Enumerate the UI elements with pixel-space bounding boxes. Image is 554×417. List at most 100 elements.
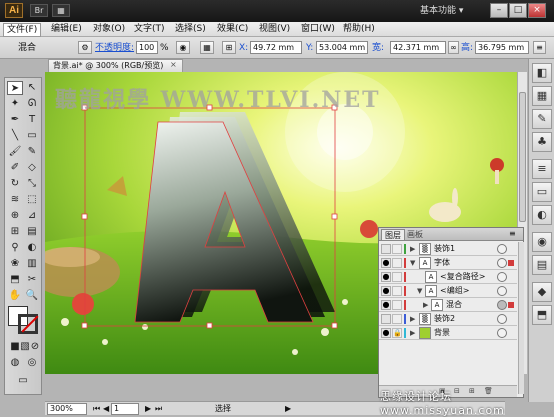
minimize-button[interactable]: – [490, 3, 508, 18]
blob-brush-tool-icon[interactable]: ✐ [7, 161, 23, 175]
target-circle-icon[interactable] [497, 272, 507, 282]
tab-layers[interactable]: 图层 [381, 229, 405, 240]
layer-name[interactable]: 装饰2 [434, 313, 455, 325]
lock-toggle-icon[interactable] [392, 272, 402, 282]
height-field[interactable]: 36.795 mm [475, 41, 529, 54]
layer-row[interactable]: ● 🔒 ▶ 背景 [379, 326, 517, 340]
layer-name[interactable]: 背景 [434, 327, 450, 339]
target-circle-icon[interactable] [497, 300, 507, 310]
artboard-number-field[interactable]: 1 [111, 403, 139, 415]
warp-tool-icon[interactable]: ≋ [7, 193, 23, 207]
layer-row[interactable]: ▶ ▒ 装饰1 [379, 242, 517, 256]
layer-name[interactable]: <编组> [440, 285, 469, 297]
screen-mode-icon[interactable]: ▭ [15, 374, 31, 388]
panel-menu-icon[interactable]: ≡ [509, 229, 516, 238]
layer-name[interactable]: 装饰1 [434, 243, 455, 255]
zoom-tool-icon[interactable]: 🔍 [24, 289, 40, 303]
rotate-tool-icon[interactable]: ↻ [7, 177, 23, 191]
column-graph-tool-icon[interactable]: ▥ [24, 257, 40, 271]
layer-name[interactable]: 混合 [446, 299, 462, 311]
x-field[interactable]: 49.72 mm [250, 41, 302, 54]
expand-triangle-icon[interactable]: ▶ [423, 300, 428, 310]
symbol-sprayer-tool-icon[interactable]: ❀ [7, 257, 23, 271]
type-tool-icon[interactable]: T [24, 113, 40, 127]
swatches-panel-icon[interactable]: ▦ [532, 86, 552, 106]
opacity-label[interactable]: 不透明度: [95, 42, 134, 54]
menu-view[interactable]: 视图(V) [256, 23, 293, 35]
visibility-toggle-icon[interactable]: ● [381, 328, 391, 338]
stroke-panel-icon[interactable]: ≡ [532, 159, 552, 179]
workspace-switcher[interactable]: 基本功能 ▾ [420, 4, 463, 18]
blend-tool-icon[interactable]: ◐ [24, 241, 40, 255]
eraser-tool-icon[interactable]: ◇ [24, 161, 40, 175]
layer-name[interactable]: <复合路径> [440, 271, 485, 283]
lock-toggle-icon[interactable] [392, 244, 402, 254]
menu-object[interactable]: 对象(O) [90, 23, 128, 35]
layer-row[interactable]: ● ▼ A 字体 [379, 256, 517, 270]
bridge-button[interactable]: Br [30, 4, 48, 17]
visibility-toggle-icon[interactable] [381, 314, 391, 324]
current-tool-status[interactable]: 选择 [215, 403, 231, 415]
prev-artboard-icon[interactable]: ◀ [103, 404, 109, 413]
line-tool-icon[interactable]: ╲ [7, 129, 23, 143]
next-artboard-icon[interactable]: ▶ [145, 404, 151, 413]
expand-triangle-icon[interactable]: ▼ [417, 286, 422, 296]
link-proportions-icon[interactable]: ∞ [448, 41, 459, 54]
document-tab[interactable]: 背景.ai* @ 300% (RGB/预览) [48, 59, 183, 72]
menu-help[interactable]: 帮助(H) [340, 23, 378, 35]
y-field[interactable]: 53.004 mm [316, 41, 368, 54]
layers-panel-icon[interactable]: ◆ [532, 282, 552, 302]
drawing-mode-icon[interactable]: ◍ [7, 356, 23, 370]
lock-toggle-icon[interactable] [392, 258, 402, 268]
lock-toggle-icon[interactable] [392, 286, 402, 296]
hand-tool-icon[interactable]: ✋ [7, 289, 23, 303]
target-circle-icon[interactable] [497, 286, 507, 296]
gradient-tool-icon[interactable]: ▤ [24, 225, 40, 239]
expand-triangle-icon[interactable]: ▶ [410, 244, 415, 254]
target-circle-icon[interactable] [497, 244, 507, 254]
menu-file[interactable]: 文件(F) [3, 23, 42, 37]
artboard-tool-icon[interactable]: ⬒ [7, 273, 23, 287]
lock-icon[interactable]: 🔒 [392, 328, 402, 338]
lasso-tool-icon[interactable]: ᘏ [24, 97, 40, 111]
layer-row[interactable]: ▶ ▒ 装饰2 [379, 312, 517, 326]
last-artboard-icon[interactable]: ⏭ [155, 404, 162, 414]
free-transform-tool-icon[interactable]: ⬚ [24, 193, 40, 207]
zoom-field[interactable]: 300% [47, 403, 87, 415]
menu-effect[interactable]: 效果(C) [214, 23, 251, 35]
graphic-styles-panel-icon[interactable]: ▤ [532, 255, 552, 275]
none-mode-icon[interactable]: ⊘ [27, 340, 43, 354]
transparency-panel-icon[interactable]: ◐ [532, 205, 552, 225]
recolor-artwork-icon[interactable]: ◉ [176, 41, 190, 54]
vertical-scroll-thumb[interactable] [519, 92, 526, 222]
eyedropper-tool-icon[interactable]: ⚲ [7, 241, 23, 255]
selection-tool-icon[interactable]: ➤ [7, 81, 23, 95]
color-panel-icon[interactable]: ◧ [532, 63, 552, 83]
width-field[interactable]: 42.371 mm [390, 41, 446, 54]
symbols-panel-icon[interactable]: ♣ [532, 132, 552, 152]
stroke-swatch[interactable] [18, 314, 39, 334]
shape-builder-tool-icon[interactable]: ⊕ [7, 209, 23, 223]
brushes-panel-icon[interactable]: ✎ [532, 109, 552, 129]
expand-triangle-icon[interactable]: ▶ [410, 314, 415, 324]
menu-window[interactable]: 窗口(W) [298, 23, 338, 35]
menu-select[interactable]: 选择(S) [172, 23, 209, 35]
lock-toggle-icon[interactable] [392, 314, 402, 324]
artboards-panel-icon[interactable]: ⬒ [532, 305, 552, 325]
align-options-icon[interactable]: ▦ [200, 41, 214, 54]
tab-artboards[interactable]: 画板 [404, 229, 426, 240]
transform-options-icon[interactable]: ≡ [533, 41, 546, 54]
visibility-toggle-icon[interactable]: ● [381, 272, 391, 282]
stroke-settings-icon[interactable]: ⚙ [78, 41, 92, 54]
mesh-tool-icon[interactable]: ⊞ [7, 225, 23, 239]
visibility-toggle-icon[interactable]: ● [381, 258, 391, 268]
appearance-panel-icon[interactable]: ◉ [532, 232, 552, 252]
magic-wand-tool-icon[interactable]: ✦ [7, 97, 23, 111]
close-button[interactable]: × [528, 3, 546, 18]
layer-name[interactable]: 字体 [434, 257, 450, 269]
status-menu-arrow-icon[interactable]: ▶ [285, 404, 291, 413]
expand-triangle-icon[interactable]: ▼ [410, 258, 415, 268]
rectangle-tool-icon[interactable]: ▭ [24, 129, 40, 143]
layers-scrollbar[interactable] [518, 242, 524, 394]
visibility-toggle-icon[interactable]: ● [381, 300, 391, 310]
